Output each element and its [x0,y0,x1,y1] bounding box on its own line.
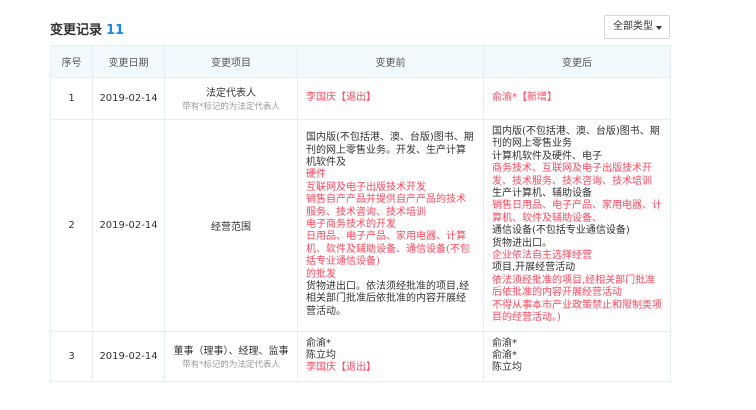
row-before: 国内版(不包括港、澳、台版)图书、期刊的网上零售业务。开发、生产计算机软件及 硬件… [297,119,484,332]
row-item-label: 经营范围 [211,221,251,233]
change-text-segment: 俞渝* [306,337,331,349]
change-text-segment: 俞渝* [492,337,517,349]
section-title-text: 变更记录 [50,23,103,38]
row-index: 1 [50,77,93,120]
change-text-segment: 企业依法自主选择经营 [492,250,592,262]
change-text-segment: 货物进出口。依法须经批准的项目,经相关部门批准后依批准的内容开展经营活动。 [306,281,470,317]
change-text-segment: 李国庆【退出】 [306,92,376,104]
row-item: 法定代表人 带有*标记的为法定代表人 [164,77,298,120]
row-item-note: 带有*标记的为法定代表人 [182,359,280,370]
change-text-segment: 生产计算机、辅助设备 [492,188,592,200]
change-text-segment: 硬件 [306,169,326,181]
change-record-table: 序号 变更日期 变更项目 变更前 变更后 1 2019-02-14 法定代表人 … [50,45,671,382]
change-text-segment: 商务技术、互联网及电子出版技术开发、技术服务、技术咨询、技术培训 [492,163,652,187]
change-text-segment: 项目,开展经营活动 [492,262,576,274]
table-row: 2 2019-02-14 经营范围 国内版(不包括港、澳、台版)图书、期刊的网上… [50,119,671,332]
table-header-row: 序号 变更日期 变更项目 变更前 变更后 [50,45,671,78]
row-item: 经营范围 [164,119,298,332]
change-text-segment: 计算机软件及硬件、电子 [492,150,602,162]
type-filter-label: 全部类型 [613,21,653,32]
caret-down-icon [656,26,662,30]
change-text-segment: 通信设备(不包括专业通信设备) [492,225,630,237]
row-item-label: 董事（理事）、经理、监事 [173,345,289,357]
change-text-segment: 依法须经批准的项目,经相关部门批准后依批准的内容开展经营活动 [492,274,656,299]
table-row: 3 2019-02-14 董事（理事）、经理、监事 带有*标记的为法定代表人 俞… [50,330,671,382]
change-text-segment: 国内版(不包括港、澳、台版)图书、期刊的网上零售业务 [492,126,660,150]
change-text-segment: 日用品、电子产品、家用电器、计算机、软件及辅助设备、通信设备(不包括专业通信设备… [306,231,470,268]
row-item: 董事（理事）、经理、监事 带有*标记的为法定代表人 [164,330,298,382]
column-header-before: 变更前 [297,45,484,78]
change-text-segment: 货物进出口。 [492,237,552,249]
row-date: 2019-02-14 [92,77,165,120]
change-text-segment: 李国庆【退出】 [306,362,376,374]
change-text-segment: 电子商务技术的开发 [306,219,396,231]
row-after: 俞渝* 俞渝* 陈立均 [483,330,671,382]
row-index: 2 [50,119,93,332]
table-row: 1 2019-02-14 法定代表人 带有*标记的为法定代表人 李国庆【退出】 … [50,77,671,120]
change-text-segment: 陈立均 [306,349,336,361]
change-text-segment: 的批发 [306,268,336,280]
section-header: 变更记录 11 全部类型 [50,13,670,41]
record-count: 11 [106,23,125,38]
column-header-after: 变更后 [483,45,671,78]
row-after: 国内版(不包括港、澳、台版)图书、期刊的网上零售业务 计算机软件及硬件、电子 商务技… [483,119,671,332]
row-before: 李国庆【退出】 [297,77,484,120]
column-header-item: 变更项目 [164,45,298,78]
row-after: 俞渝*【新增】 [483,77,671,120]
change-text-segment: 俞渝*【新增】 [492,92,557,104]
row-item-note: 带有*标记的为法定代表人 [182,102,280,112]
row-date: 2019-02-14 [92,119,165,332]
change-text-segment: 国内版(不包括港、澳、台版)图书、期刊的网上零售业务。开发、生产计算机软件及 [306,132,474,169]
change-text-segment: 俞渝* [492,349,517,361]
section-title: 变更记录 11 [50,19,124,38]
change-text-segment: 陈立均 [492,362,522,374]
column-header-date: 变更日期 [92,45,165,78]
type-filter-dropdown[interactable]: 全部类型 [604,15,670,39]
change-text-segment: 不得从事本市产业政策禁止和限制类项目的经营活动。) [492,299,662,324]
row-item-label: 法定代表人 [206,88,256,99]
row-date: 2019-02-14 [92,330,165,382]
row-before: 俞渝* 陈立均 李国庆【退出】 [297,330,484,382]
change-text-segment: 互联网及电子出版技术开发 [306,181,426,193]
change-text-segment: 销售自产产品并提供自产产品的技术服务、技术咨询、技术培训 [306,194,466,218]
column-header-index: 序号 [50,45,93,78]
change-text-segment: 销售日用品、电子产品、家用电器、计算机、软件及辅助设备、 [492,200,662,224]
row-index: 3 [50,330,93,382]
